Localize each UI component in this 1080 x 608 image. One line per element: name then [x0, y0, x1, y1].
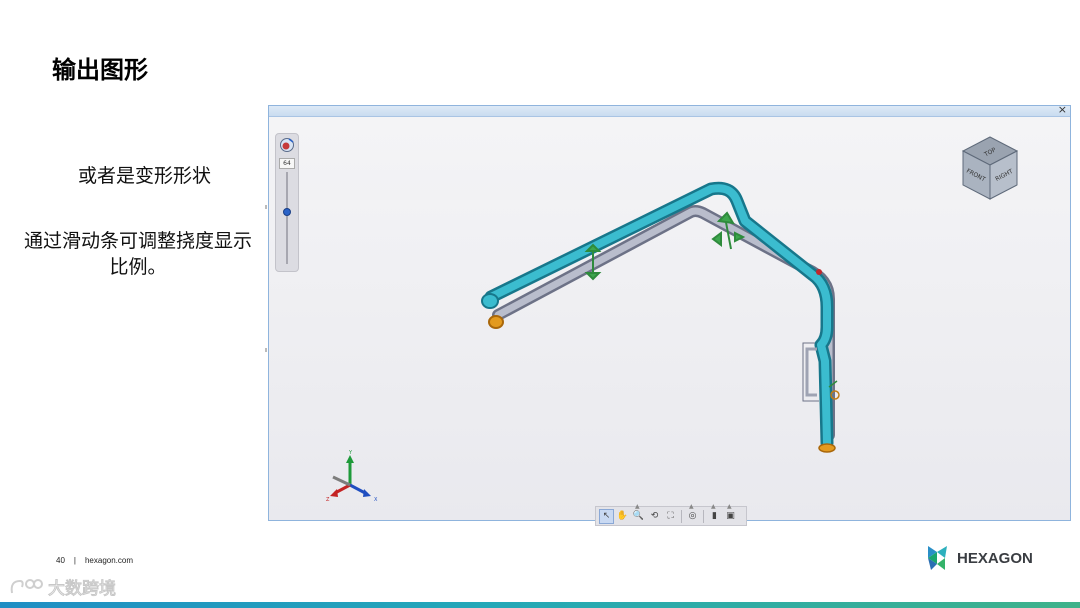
- visibility-glyph: ▣: [726, 511, 735, 521]
- brand-color-bar: [0, 602, 1080, 608]
- page-number: 40: [56, 556, 65, 565]
- pipe-model-scene[interactable]: [269, 117, 1070, 521]
- toolbar-separator: [703, 509, 704, 523]
- riser-loop: [805, 347, 817, 397]
- scale-slider-thumb[interactable]: [283, 207, 291, 216]
- fit-all-icon[interactable]: ⛶: [663, 509, 678, 524]
- chevron-up-icon[interactable]: ▲: [727, 503, 732, 510]
- footer-site: hexagon.com: [84, 556, 134, 565]
- axis-z-label: Z: [326, 497, 330, 503]
- viewer-title-bar: ×: [269, 103, 1070, 117]
- viewer-canvas[interactable]: 64 TOP FRONT RIGHT Y X Z ↖ ✋ ▲ 🔍 ⟲ ⛶ ▲ ◎…: [269, 117, 1070, 526]
- axis-x-label: X: [374, 497, 378, 503]
- watermark: 大数跨境: [10, 579, 117, 599]
- deflection-scale-icon[interactable]: [279, 137, 295, 153]
- watermark-text: 大数跨境: [48, 579, 116, 599]
- viewer-left-edge: [265, 105, 267, 521]
- zoom-glyph: 🔍: [632, 511, 645, 521]
- model-viewer-window: × 64 TOP FRONT RIGHT Y X Z ↖ ✋ ▲ 🔍 ⟲ ⛶ ▲…: [268, 103, 1071, 526]
- slide-title: 输出图形: [52, 56, 148, 84]
- hexagon-logo-mark: [928, 546, 947, 570]
- axis-y-label: Y: [348, 450, 353, 456]
- view-orientation-glyph: ◎: [688, 511, 697, 521]
- rotate-icon[interactable]: ⟲: [647, 509, 662, 524]
- scale-value-field[interactable]: 64: [279, 158, 295, 169]
- footer-separator: |: [73, 556, 76, 565]
- deformed-end-cap-left: [481, 293, 499, 309]
- view-cube[interactable]: TOP FRONT RIGHT: [957, 133, 1023, 203]
- view-orientation-icon[interactable]: ▲ ◎: [685, 503, 700, 524]
- display-style-glyph: ▮: [712, 511, 717, 521]
- note-slider-scale: 通过滑动条可调整挠度显示比例。: [23, 230, 252, 278]
- anchor-marker: [816, 269, 822, 275]
- display-style-icon[interactable]: ▲ ▮: [707, 503, 722, 524]
- end-cap-bottom: [818, 443, 836, 453]
- axis-triad: Y X Z: [326, 450, 378, 503]
- chevron-up-icon[interactable]: ▲: [635, 503, 640, 510]
- note-deformed-shape: 或者是变形形状: [78, 165, 212, 187]
- slide-footer: 40 | hexagon.com: [56, 556, 133, 565]
- hexagon-logo: HEXAGON: [925, 544, 1033, 572]
- pan-hand-icon[interactable]: ✋: [615, 509, 630, 524]
- visibility-icon[interactable]: ▲ ▣: [723, 503, 738, 524]
- scale-slider-track[interactable]: [286, 172, 288, 264]
- select-arrow-icon[interactable]: ↖: [599, 508, 614, 524]
- chevron-up-icon[interactable]: ▲: [711, 503, 716, 510]
- close-icon[interactable]: ×: [1058, 103, 1067, 117]
- toolbar-separator: [681, 509, 682, 523]
- original-end-cap-left: [488, 315, 504, 329]
- zoom-icon[interactable]: ▲ 🔍: [631, 503, 646, 524]
- hexagon-logo-text: HEXAGON: [957, 549, 1033, 567]
- view-toolbar: ↖ ✋ ▲ 🔍 ⟲ ⛶ ▲ ◎ ▲ ▮ ▲ ▣: [595, 503, 747, 526]
- chevron-up-icon[interactable]: ▲: [689, 503, 694, 510]
- deflection-scale-panel: 64: [275, 133, 299, 272]
